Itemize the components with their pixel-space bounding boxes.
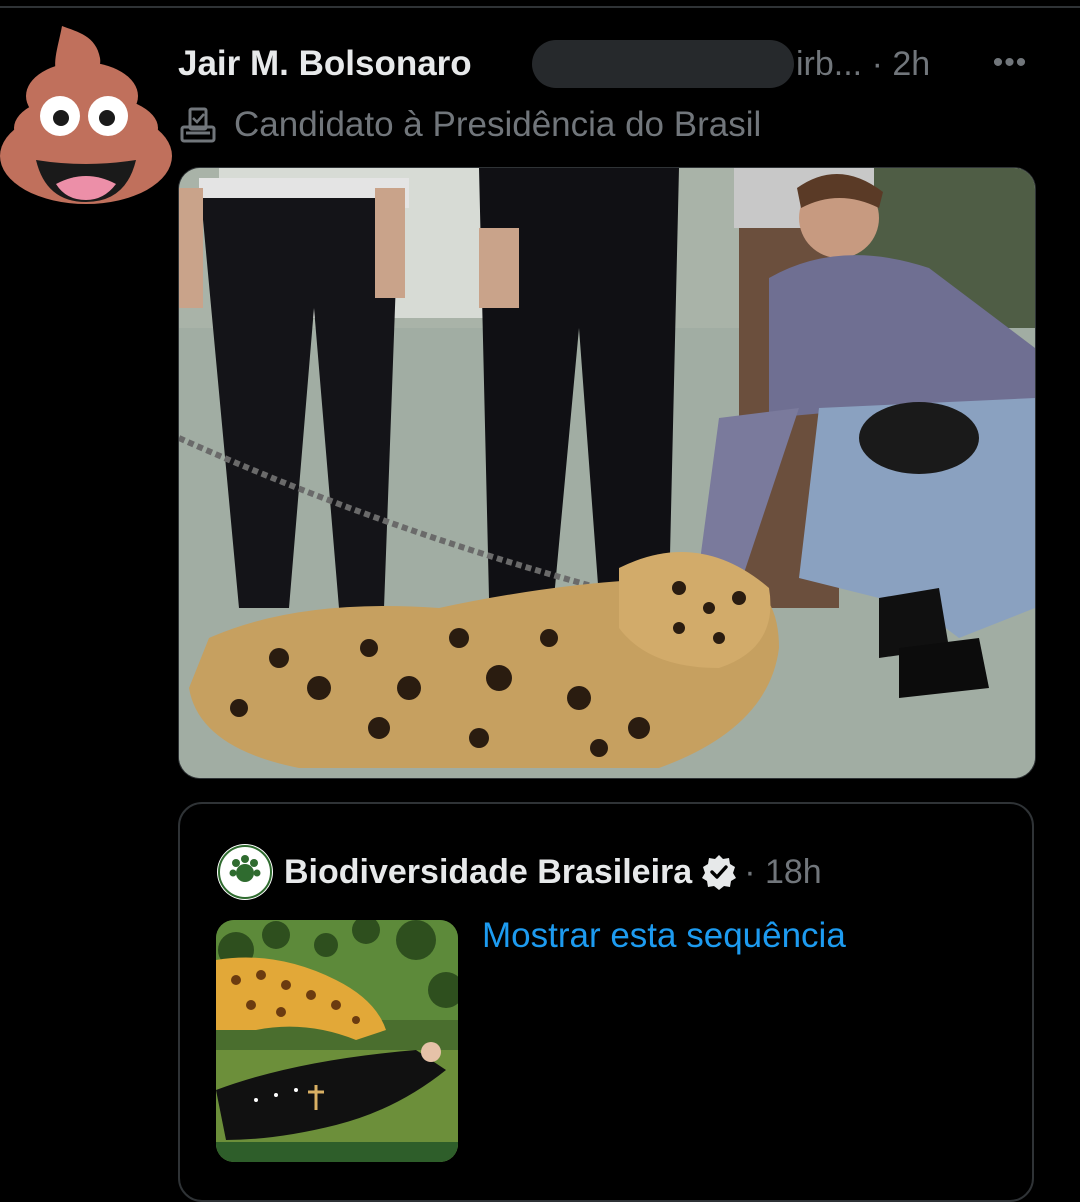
quoted-author-name[interactable]: Biodiversidade Brasileira	[284, 853, 692, 892]
affiliation-label[interactable]: Candidato à Presidência do Brasil	[178, 100, 761, 150]
quoted-tweet-card[interactable]: Biodiversidade Brasileira · 18h Mostrar …	[178, 802, 1034, 1202]
quoted-timestamp[interactable]: · 18h	[744, 853, 822, 892]
handle-and-timestamp[interactable]: irb... · 2h	[796, 40, 930, 88]
top-divider	[0, 6, 1080, 8]
quoted-thumbnail-image[interactable]	[216, 920, 458, 1162]
ballot-box-icon	[180, 107, 216, 143]
tweet-header: Jair M. Bolsonaro	[178, 36, 472, 92]
redacted-handle	[532, 40, 794, 88]
more-options-icon[interactable]: •••	[986, 46, 1034, 80]
show-thread-link[interactable]: Mostrar esta sequência	[482, 916, 846, 956]
poop-emoji-avatar-icon[interactable]	[0, 18, 176, 208]
verified-badge-icon	[702, 855, 737, 890]
quoted-tweet-header: Biodiversidade Brasileira · 18h	[216, 844, 822, 900]
biodiversidade-logo-icon[interactable]	[216, 843, 274, 901]
author-name[interactable]: Jair M. Bolsonaro	[178, 44, 472, 84]
affiliation-text: Candidato à Presidência do Brasil	[234, 105, 762, 144]
tweet-photo[interactable]	[178, 167, 1036, 779]
